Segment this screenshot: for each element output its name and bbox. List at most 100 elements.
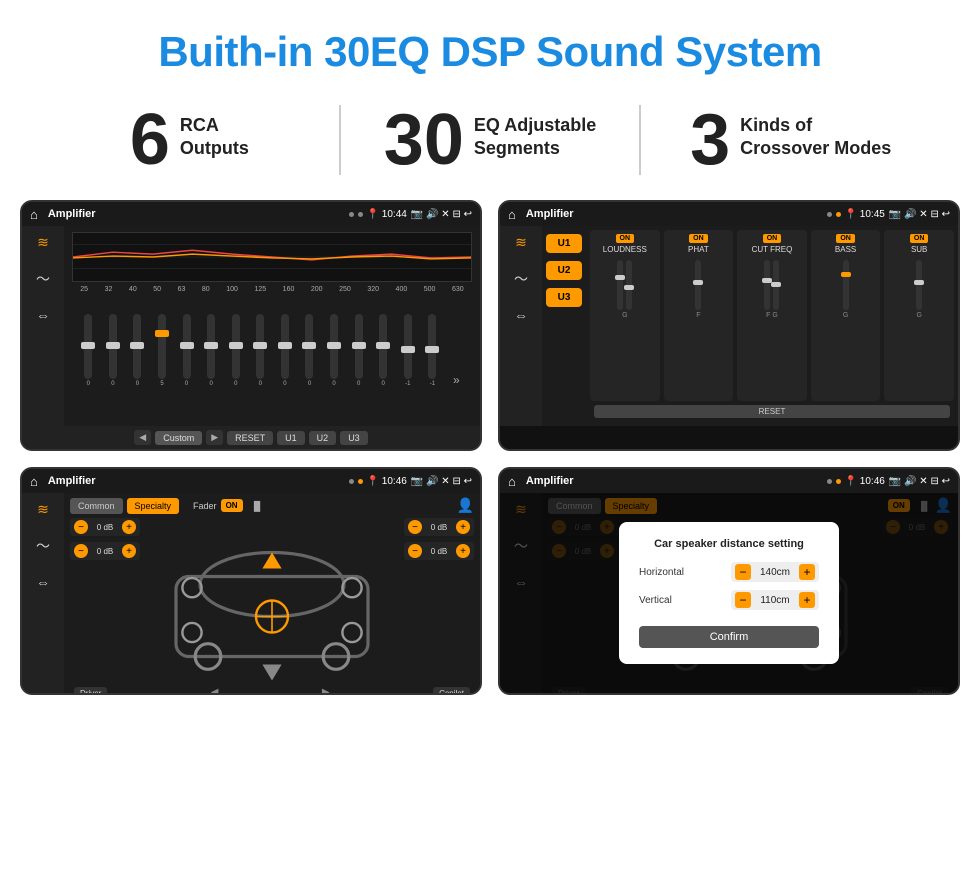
confirm-button[interactable]: Confirm — [639, 626, 819, 648]
horizontal-plus-btn[interactable]: + — [799, 564, 815, 580]
stat-eq: 30 EQ Adjustable Segments — [361, 104, 620, 176]
driver-btn[interactable]: Driver — [74, 687, 107, 695]
stat-eq-number: 30 — [384, 104, 464, 176]
vol-plus-2[interactable]: + — [122, 544, 136, 558]
eq-vol-icon[interactable]: ⇔ — [36, 307, 50, 323]
u-buttons-panel: U1 U2 U3 — [542, 226, 586, 426]
crossover-side-icons: ≋ 〜 ⇔ — [500, 226, 542, 426]
dot5 — [349, 479, 354, 484]
eq-reset-button[interactable]: RESET — [227, 431, 273, 445]
slider-thumb-13 — [376, 342, 390, 349]
loudness-slider-1[interactable] — [617, 260, 623, 310]
eq-wave-icon[interactable]: 〜 — [36, 269, 50, 289]
sub-slider-1[interactable] — [916, 260, 922, 310]
slider-val-9: 0 — [283, 381, 286, 387]
u1-button[interactable]: U1 — [546, 234, 582, 253]
vol-val-1: 0 dB — [91, 523, 119, 532]
slider-track-7[interactable] — [232, 314, 240, 379]
eq-tune-icon[interactable]: ≋ — [37, 234, 49, 251]
distance-content: ≋ 〜 ⇔ Common Specialty ON ▐▌ 👤 − — [500, 493, 958, 693]
cx-vol-icon[interactable]: ⇔ — [514, 307, 528, 323]
slider-val-15: -1 — [430, 381, 435, 387]
eq-time: 📍 10:44 — [367, 209, 407, 220]
cx-tune-icon[interactable]: ≋ — [515, 234, 527, 251]
stat-crossover: 3 Kinds of Crossover Modes — [661, 104, 920, 176]
home-icon-2: ⌂ — [508, 207, 516, 222]
slider-col-5: 0 — [183, 314, 191, 387]
crossover-app-title: Amplifier — [526, 208, 821, 220]
vol-minus-4[interactable]: − — [408, 544, 422, 558]
vol-plus-1[interactable]: + — [122, 520, 136, 534]
vol-plus-3[interactable]: + — [456, 520, 470, 534]
slider-track-11[interactable] — [330, 314, 338, 379]
stat-divider-1 — [339, 105, 341, 175]
slider-track-2[interactable] — [109, 314, 117, 379]
slider-track-8[interactable] — [256, 314, 264, 379]
eq-app-title: Amplifier — [48, 208, 343, 220]
eq-u2-button[interactable]: U2 — [309, 431, 337, 445]
slider-track-5[interactable] — [183, 314, 191, 379]
eq-main-panel: 2532405063 80100125160200 25032040050063… — [64, 226, 480, 426]
phat-slider-1[interactable] — [695, 260, 701, 310]
slider-track-3[interactable] — [133, 314, 141, 379]
eq-prev-button[interactable]: ◀ — [134, 430, 151, 445]
fd-tune-icon[interactable]: ≋ — [37, 501, 49, 518]
crossover-content: ≋ 〜 ⇔ U1 U2 U3 ON LOUDNESS — [500, 226, 958, 426]
fd-wave-icon[interactable]: 〜 — [36, 536, 50, 556]
eq-u1-button[interactable]: U1 — [277, 431, 305, 445]
distance-time: 📍 10:46 — [845, 476, 885, 487]
u3-button[interactable]: U3 — [546, 288, 582, 307]
slider-track-15[interactable] — [428, 314, 436, 379]
fader-person-icon: 👤 — [457, 497, 474, 514]
cutfreq-slider-2[interactable] — [773, 260, 779, 310]
dialog-overlay: Car speaker distance setting Horizontal … — [500, 493, 958, 693]
fd-vol-icon[interactable]: ⇔ — [36, 574, 50, 590]
stats-row: 6 RCA Outputs 30 EQ Adjustable Segments … — [0, 94, 980, 200]
fader-content: ≋ 〜 ⇔ Common Specialty Fader ON ▐▌ 👤 — [22, 493, 480, 693]
slider-col-4: 5 — [158, 314, 166, 387]
col-cutfreq: ON CUT FREQ F G — [737, 230, 807, 401]
eq-next-button[interactable]: ▶ — [206, 430, 223, 445]
slider-val-11: 0 — [332, 381, 335, 387]
fader-on-toggle[interactable]: ON — [221, 499, 243, 512]
horizontal-minus-btn[interactable]: − — [735, 564, 751, 580]
vol-val-3: 0 dB — [425, 523, 453, 532]
slider-col-10: 0 — [305, 314, 313, 387]
eq-status-icons: 📍 10:44 📷 🔊 ✕ ⊟ ↩ — [349, 209, 472, 220]
slider-track-4[interactable] — [158, 314, 166, 379]
vertical-plus-btn[interactable]: + — [799, 592, 815, 608]
fader-specialty-tab[interactable]: Specialty — [127, 498, 180, 514]
vol-minus-2[interactable]: − — [74, 544, 88, 558]
slider-track-9[interactable] — [281, 314, 289, 379]
phat-label: PHAT — [688, 245, 709, 254]
cx-wave-icon[interactable]: 〜 — [514, 269, 528, 289]
slider-track-6[interactable] — [207, 314, 215, 379]
loudness-thumb-2 — [624, 285, 634, 290]
copilot-btn[interactable]: Copilot — [433, 687, 470, 695]
cutfreq-slider-1[interactable] — [764, 260, 770, 310]
eq-freq-labels: 2532405063 80100125160200 25032040050063… — [72, 286, 472, 293]
eq-custom-button[interactable]: Custom — [155, 431, 202, 445]
loudness-slider-2[interactable] — [626, 260, 632, 310]
slider-track-1[interactable] — [84, 314, 92, 379]
slider-track-10[interactable] — [305, 314, 313, 379]
crossover-reset-button[interactable]: RESET — [594, 405, 950, 418]
phat-values: F — [696, 312, 700, 319]
eq-content: ≋ 〜 ⇔ — [22, 226, 480, 426]
slider-track-13[interactable] — [379, 314, 387, 379]
vol-minus-3[interactable]: − — [408, 520, 422, 534]
bass-slider-1[interactable] — [843, 260, 849, 310]
cutfreq-on-badge: ON — [763, 234, 782, 243]
fader-common-tab[interactable]: Common — [70, 498, 123, 514]
slider-track-14[interactable] — [404, 314, 412, 379]
eq-u3-button[interactable]: U3 — [340, 431, 368, 445]
slider-col-more: » — [453, 353, 460, 387]
slider-track-12[interactable] — [355, 314, 363, 379]
vol-plus-4[interactable]: + — [456, 544, 470, 558]
vertical-minus-btn[interactable]: − — [735, 592, 751, 608]
vol-minus-1[interactable]: − — [74, 520, 88, 534]
vol-row-2: − 0 dB + — [70, 542, 140, 560]
fader-main-panel: Common Specialty Fader ON ▐▌ 👤 − 0 dB + — [64, 493, 480, 693]
sub-label: SUB — [911, 245, 927, 254]
u2-button[interactable]: U2 — [546, 261, 582, 280]
